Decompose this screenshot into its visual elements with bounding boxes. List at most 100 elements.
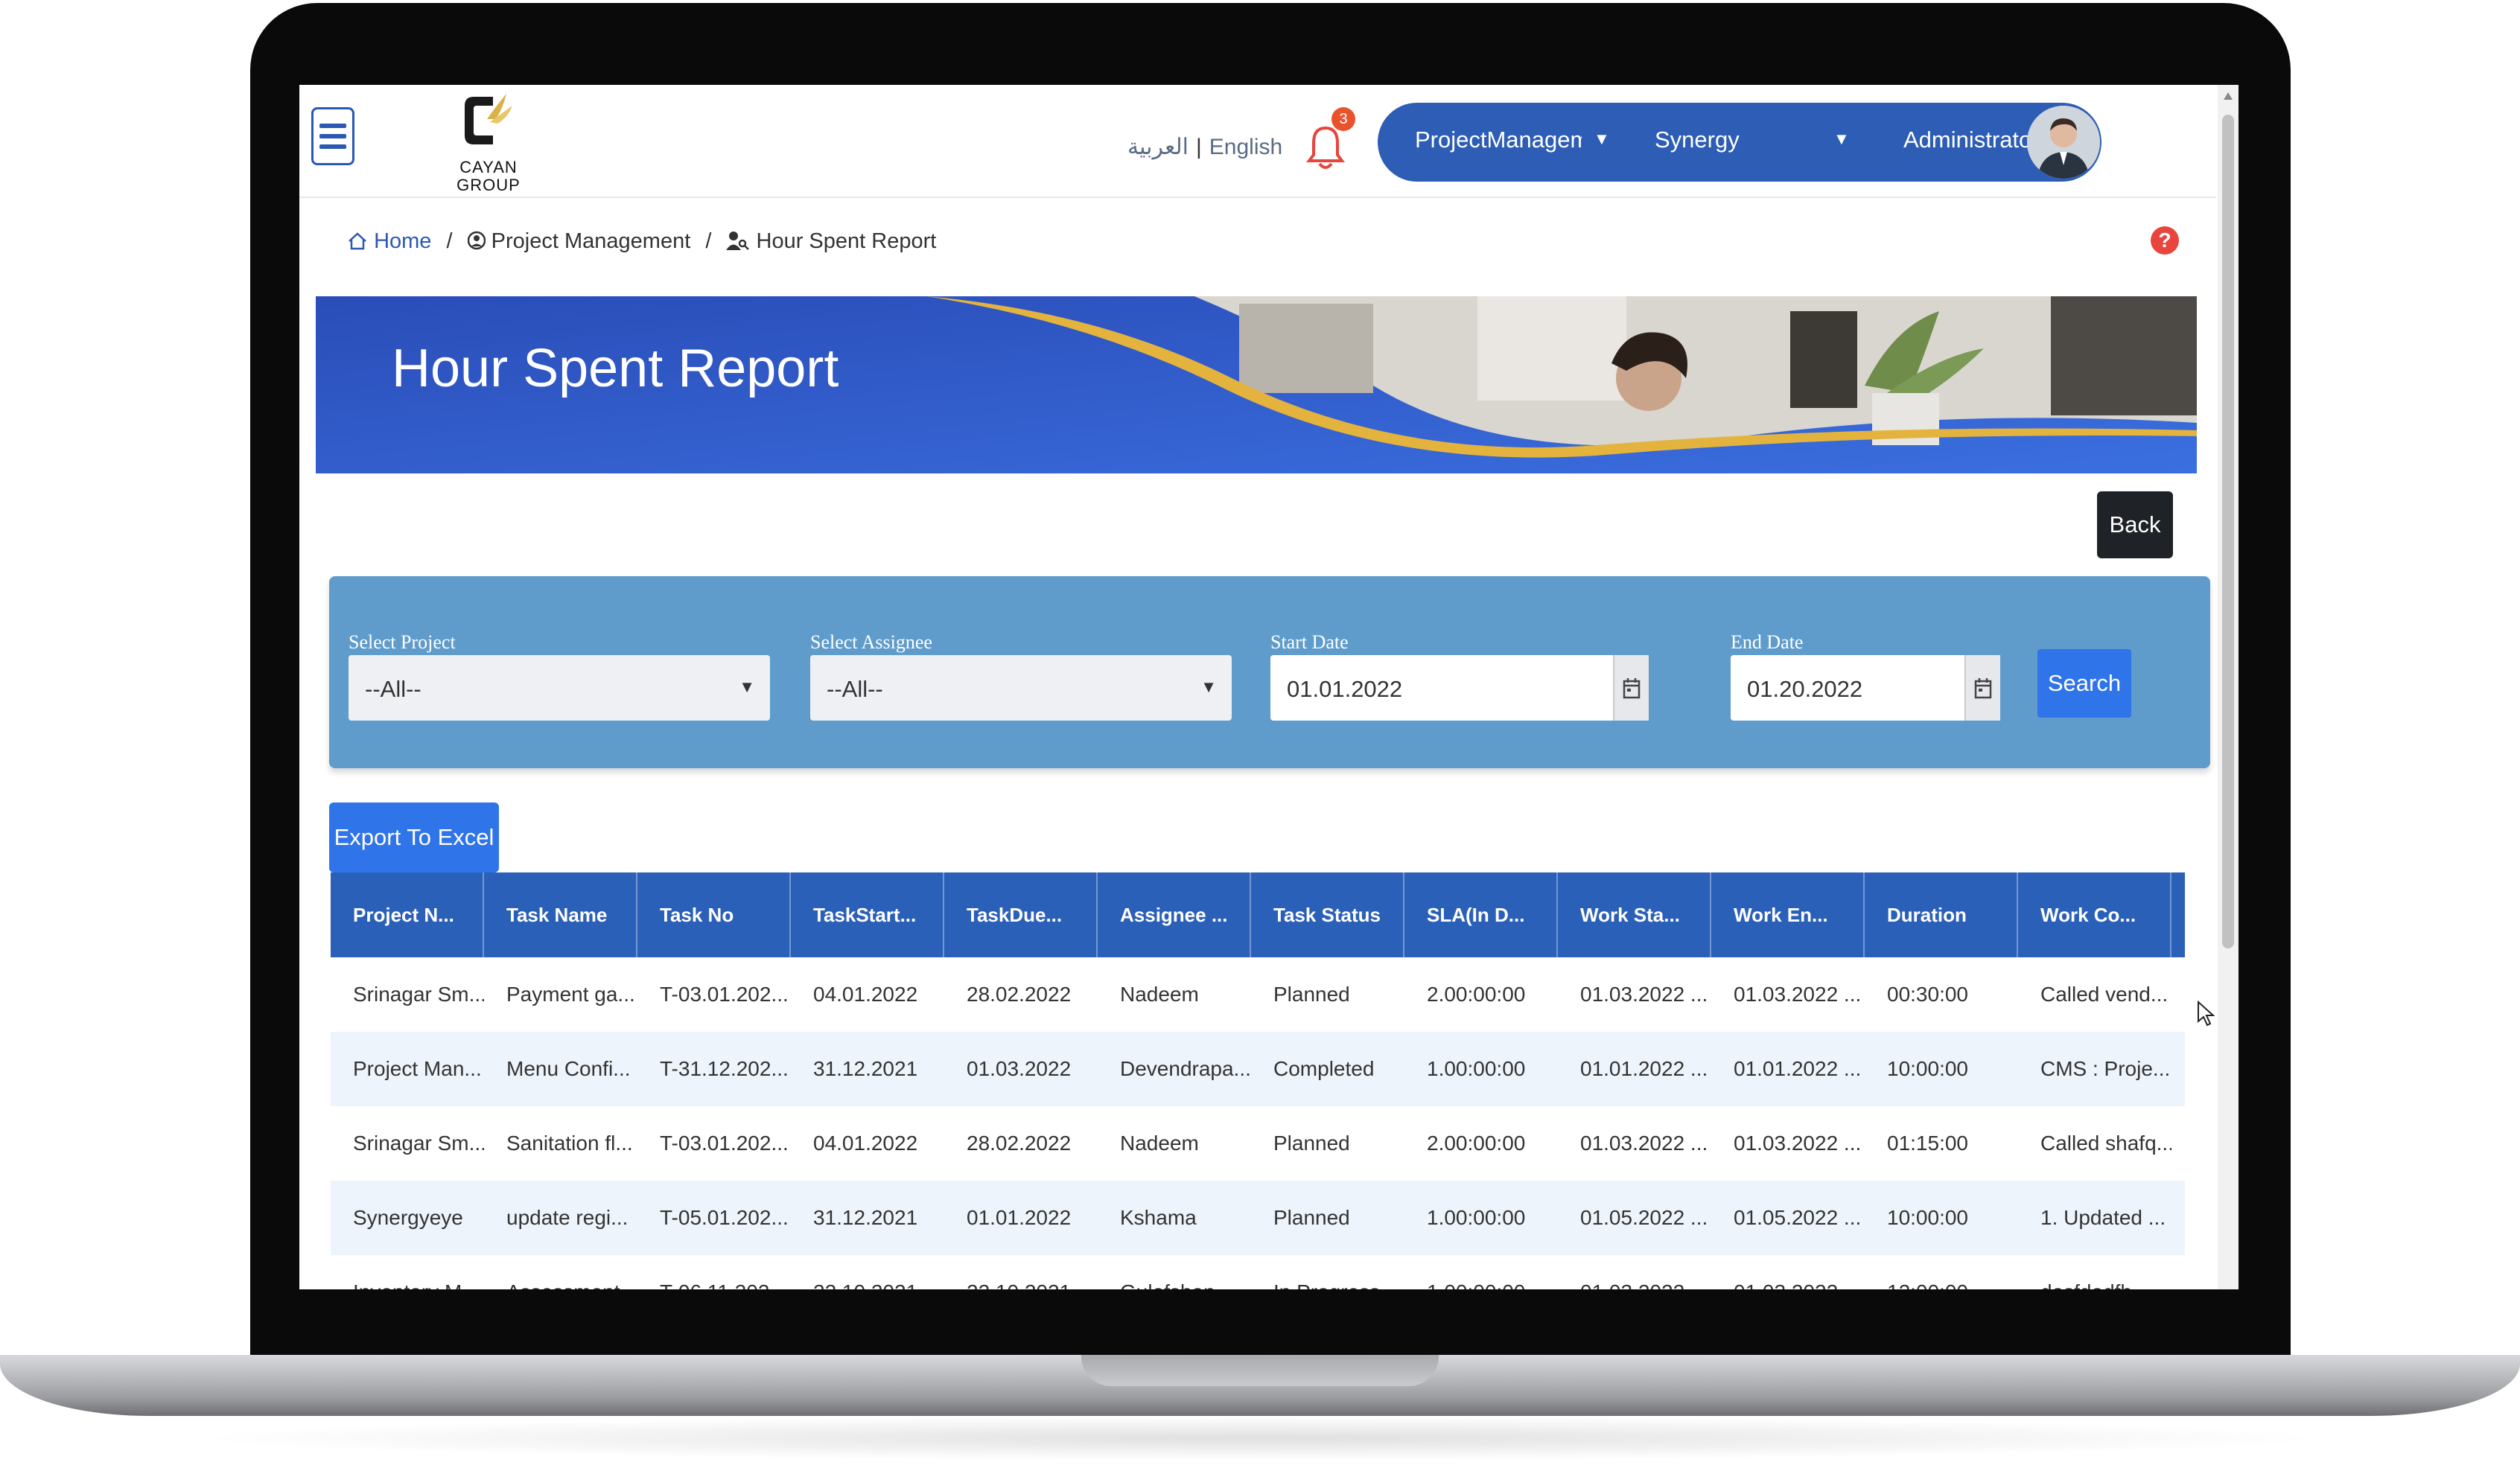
menu-bar bbox=[319, 134, 346, 138]
start-date-input[interactable]: 01.01.2022 bbox=[1270, 655, 1649, 721]
table-cell: T-05.01.202... bbox=[660, 1206, 789, 1229]
user-avatar[interactable] bbox=[2027, 106, 2100, 179]
calendar-icon bbox=[1974, 678, 1992, 699]
home-icon bbox=[349, 232, 366, 250]
vertical-scrollbar[interactable] bbox=[2218, 85, 2239, 1289]
table-cell: 00:30:00 bbox=[1887, 983, 1968, 1006]
table-cell: 01.03.2022 ... bbox=[1580, 983, 1708, 1006]
table-cell: Gulafshan bbox=[1098, 1255, 1251, 1289]
table-cell: 01.03.2022 ... bbox=[1711, 1255, 1865, 1289]
scroll-up-arrow-icon[interactable] bbox=[2224, 92, 2233, 100]
assignee-select[interactable]: --All-- ▼ bbox=[810, 655, 1232, 721]
calendar-icon bbox=[1623, 678, 1641, 699]
table-cell: Synergyeye bbox=[353, 1206, 463, 1229]
user-circle-icon bbox=[467, 231, 486, 250]
start-date-picker[interactable] bbox=[1613, 655, 1649, 721]
column-header[interactable]: Task Status bbox=[1251, 872, 1404, 957]
lang-english-link[interactable]: English bbox=[1209, 135, 1282, 159]
notification-count-badge: 3 bbox=[1331, 107, 1355, 131]
table-cell: T-31.12.202... bbox=[660, 1057, 789, 1080]
chevron-down-icon: ▼ bbox=[739, 677, 755, 696]
breadcrumb-separator: / bbox=[446, 229, 453, 253]
scrollbar-thumb[interactable] bbox=[2222, 115, 2234, 948]
breadcrumb: Home / Project Management / Hour Spent R… bbox=[347, 229, 936, 254]
table-cell: Nadeem bbox=[1120, 983, 1199, 1006]
column-header[interactable]: Work Co... bbox=[2018, 872, 2171, 957]
column-header[interactable]: Task Name bbox=[484, 872, 637, 957]
end-date-input[interactable]: 01.20.2022 bbox=[1731, 655, 2000, 721]
column-header[interactable]: Work En... bbox=[1711, 872, 1865, 957]
project-filter-label: Select Project bbox=[349, 631, 456, 653]
project-select-value: --All-- bbox=[365, 676, 421, 702]
table-cell: 2.00:00:00 bbox=[1427, 983, 1526, 1006]
table-row[interactable]: Srinagar Sm... Payment ga... T-03.01.202..… bbox=[331, 957, 2185, 1032]
avatar-photo-icon bbox=[2027, 106, 2100, 179]
table-cell: Payment ga... bbox=[506, 983, 635, 1006]
module-caret-icon[interactable]: ▼ bbox=[1594, 130, 1610, 149]
logo-text-line1: CAYAN bbox=[459, 158, 518, 176]
column-header[interactable]: Work Sta... bbox=[1558, 872, 1711, 957]
module-dropdown[interactable]: ProjectManagemen bbox=[1415, 127, 1582, 153]
menu-bar bbox=[319, 144, 346, 149]
company-logo[interactable]: CAYAN GROUP bbox=[453, 89, 524, 194]
export-to-excel-button[interactable]: Export To Excel bbox=[329, 802, 499, 872]
logo-mark-icon bbox=[465, 94, 512, 144]
table-cell: 1.00:00:00 bbox=[1427, 1057, 1526, 1080]
breadcrumb-home-link[interactable]: Home bbox=[374, 229, 431, 253]
table-cell: Kshama bbox=[1120, 1206, 1197, 1229]
breadcrumb-separator: / bbox=[705, 229, 712, 253]
table-cell: 31.12.2021 bbox=[813, 1206, 918, 1229]
page-title: Hour Spent Report bbox=[392, 339, 839, 398]
table-row[interactable]: Project Man... Menu Confi... T-31.12.202..… bbox=[331, 1032, 2185, 1106]
column-header[interactable]: Duration bbox=[1865, 872, 2018, 957]
lang-arabic-link[interactable]: العربية bbox=[1127, 135, 1189, 159]
table-cell: Planned bbox=[1273, 1132, 1350, 1155]
breadcrumb-module-link[interactable]: Project Management bbox=[491, 229, 691, 253]
user-context-bar: ProjectManagemen ▼ Synergy ▼ Administrat… bbox=[1378, 103, 2101, 182]
table-cell: Planned bbox=[1273, 983, 1350, 1006]
table-cell: 01.05.2022 ... bbox=[1580, 1206, 1708, 1229]
column-header[interactable]: TaskDue... bbox=[944, 872, 1098, 957]
project-select[interactable]: --All-- ▼ bbox=[349, 655, 770, 721]
page-banner: Hour Spent Report bbox=[316, 296, 2197, 473]
column-header[interactable]: Project N... bbox=[331, 872, 484, 957]
table-cell: 01.01.2022 bbox=[967, 1206, 1072, 1229]
column-header[interactable]: SLA(In D... bbox=[1404, 872, 1558, 957]
table-row[interactable]: Srinagar Sm... Sanitation fl... T-03.01.20… bbox=[331, 1106, 2185, 1181]
help-button[interactable]: ? bbox=[2151, 226, 2179, 255]
search-button[interactable]: Search bbox=[2037, 649, 2131, 718]
column-header[interactable]: Assignee ... bbox=[1098, 872, 1251, 957]
table-cell: 01.05.2022 ... bbox=[1734, 1206, 1862, 1229]
back-button[interactable]: Back bbox=[2097, 491, 2173, 558]
table-cell: 2.00:00:00 bbox=[1427, 1132, 1526, 1155]
table-row[interactable]: Synergyeye update regi... T-05.01.202... 31… bbox=[331, 1181, 2185, 1255]
column-header[interactable]: Task No bbox=[637, 872, 791, 957]
assignee-filter-label: Select Assignee bbox=[810, 631, 932, 653]
laptop-notch bbox=[1081, 1355, 1439, 1386]
table-row[interactable]: Inventory M...Assessment ...T-06.11.202.… bbox=[331, 1255, 2185, 1289]
table-cell: CMS : Proje... bbox=[2040, 1057, 2171, 1080]
table-cell: 10:00:00 bbox=[1887, 1057, 1968, 1080]
table-cell: 01.03.2022 ... bbox=[1734, 1132, 1862, 1155]
company-caret-icon[interactable]: ▼ bbox=[1833, 130, 1850, 149]
table-cell: Menu Confi... bbox=[506, 1057, 631, 1080]
table-cell: 1.00:00:00 bbox=[1404, 1255, 1558, 1289]
table-cell: Called vend... bbox=[2040, 983, 2169, 1006]
chevron-down-icon: ▼ bbox=[1200, 677, 1217, 696]
start-date-label: Start Date bbox=[1270, 631, 1349, 653]
column-header[interactable]: TaskStart... bbox=[791, 872, 944, 957]
user-name[interactable]: Administrator bbox=[1903, 127, 2040, 153]
start-date-value: 01.01.2022 bbox=[1287, 676, 1403, 702]
table-cell: T-03.01.202... bbox=[660, 1132, 789, 1155]
end-date-picker[interactable] bbox=[1964, 655, 2000, 721]
table-cell: 22.10.2021 bbox=[944, 1255, 1098, 1289]
table-cell: 01:15:00 bbox=[1887, 1132, 1968, 1155]
table-cell: Srinagar Sm... bbox=[353, 1132, 484, 1155]
menu-bar bbox=[319, 124, 346, 128]
lang-separator: | bbox=[1196, 135, 1202, 159]
users-icon bbox=[726, 232, 750, 250]
hamburger-menu-button[interactable] bbox=[311, 107, 354, 165]
table-cell: T-03.01.202... bbox=[660, 983, 789, 1006]
company-dropdown[interactable]: Synergy bbox=[1655, 127, 1740, 153]
table-cell: Sanitation fl... bbox=[506, 1132, 633, 1155]
